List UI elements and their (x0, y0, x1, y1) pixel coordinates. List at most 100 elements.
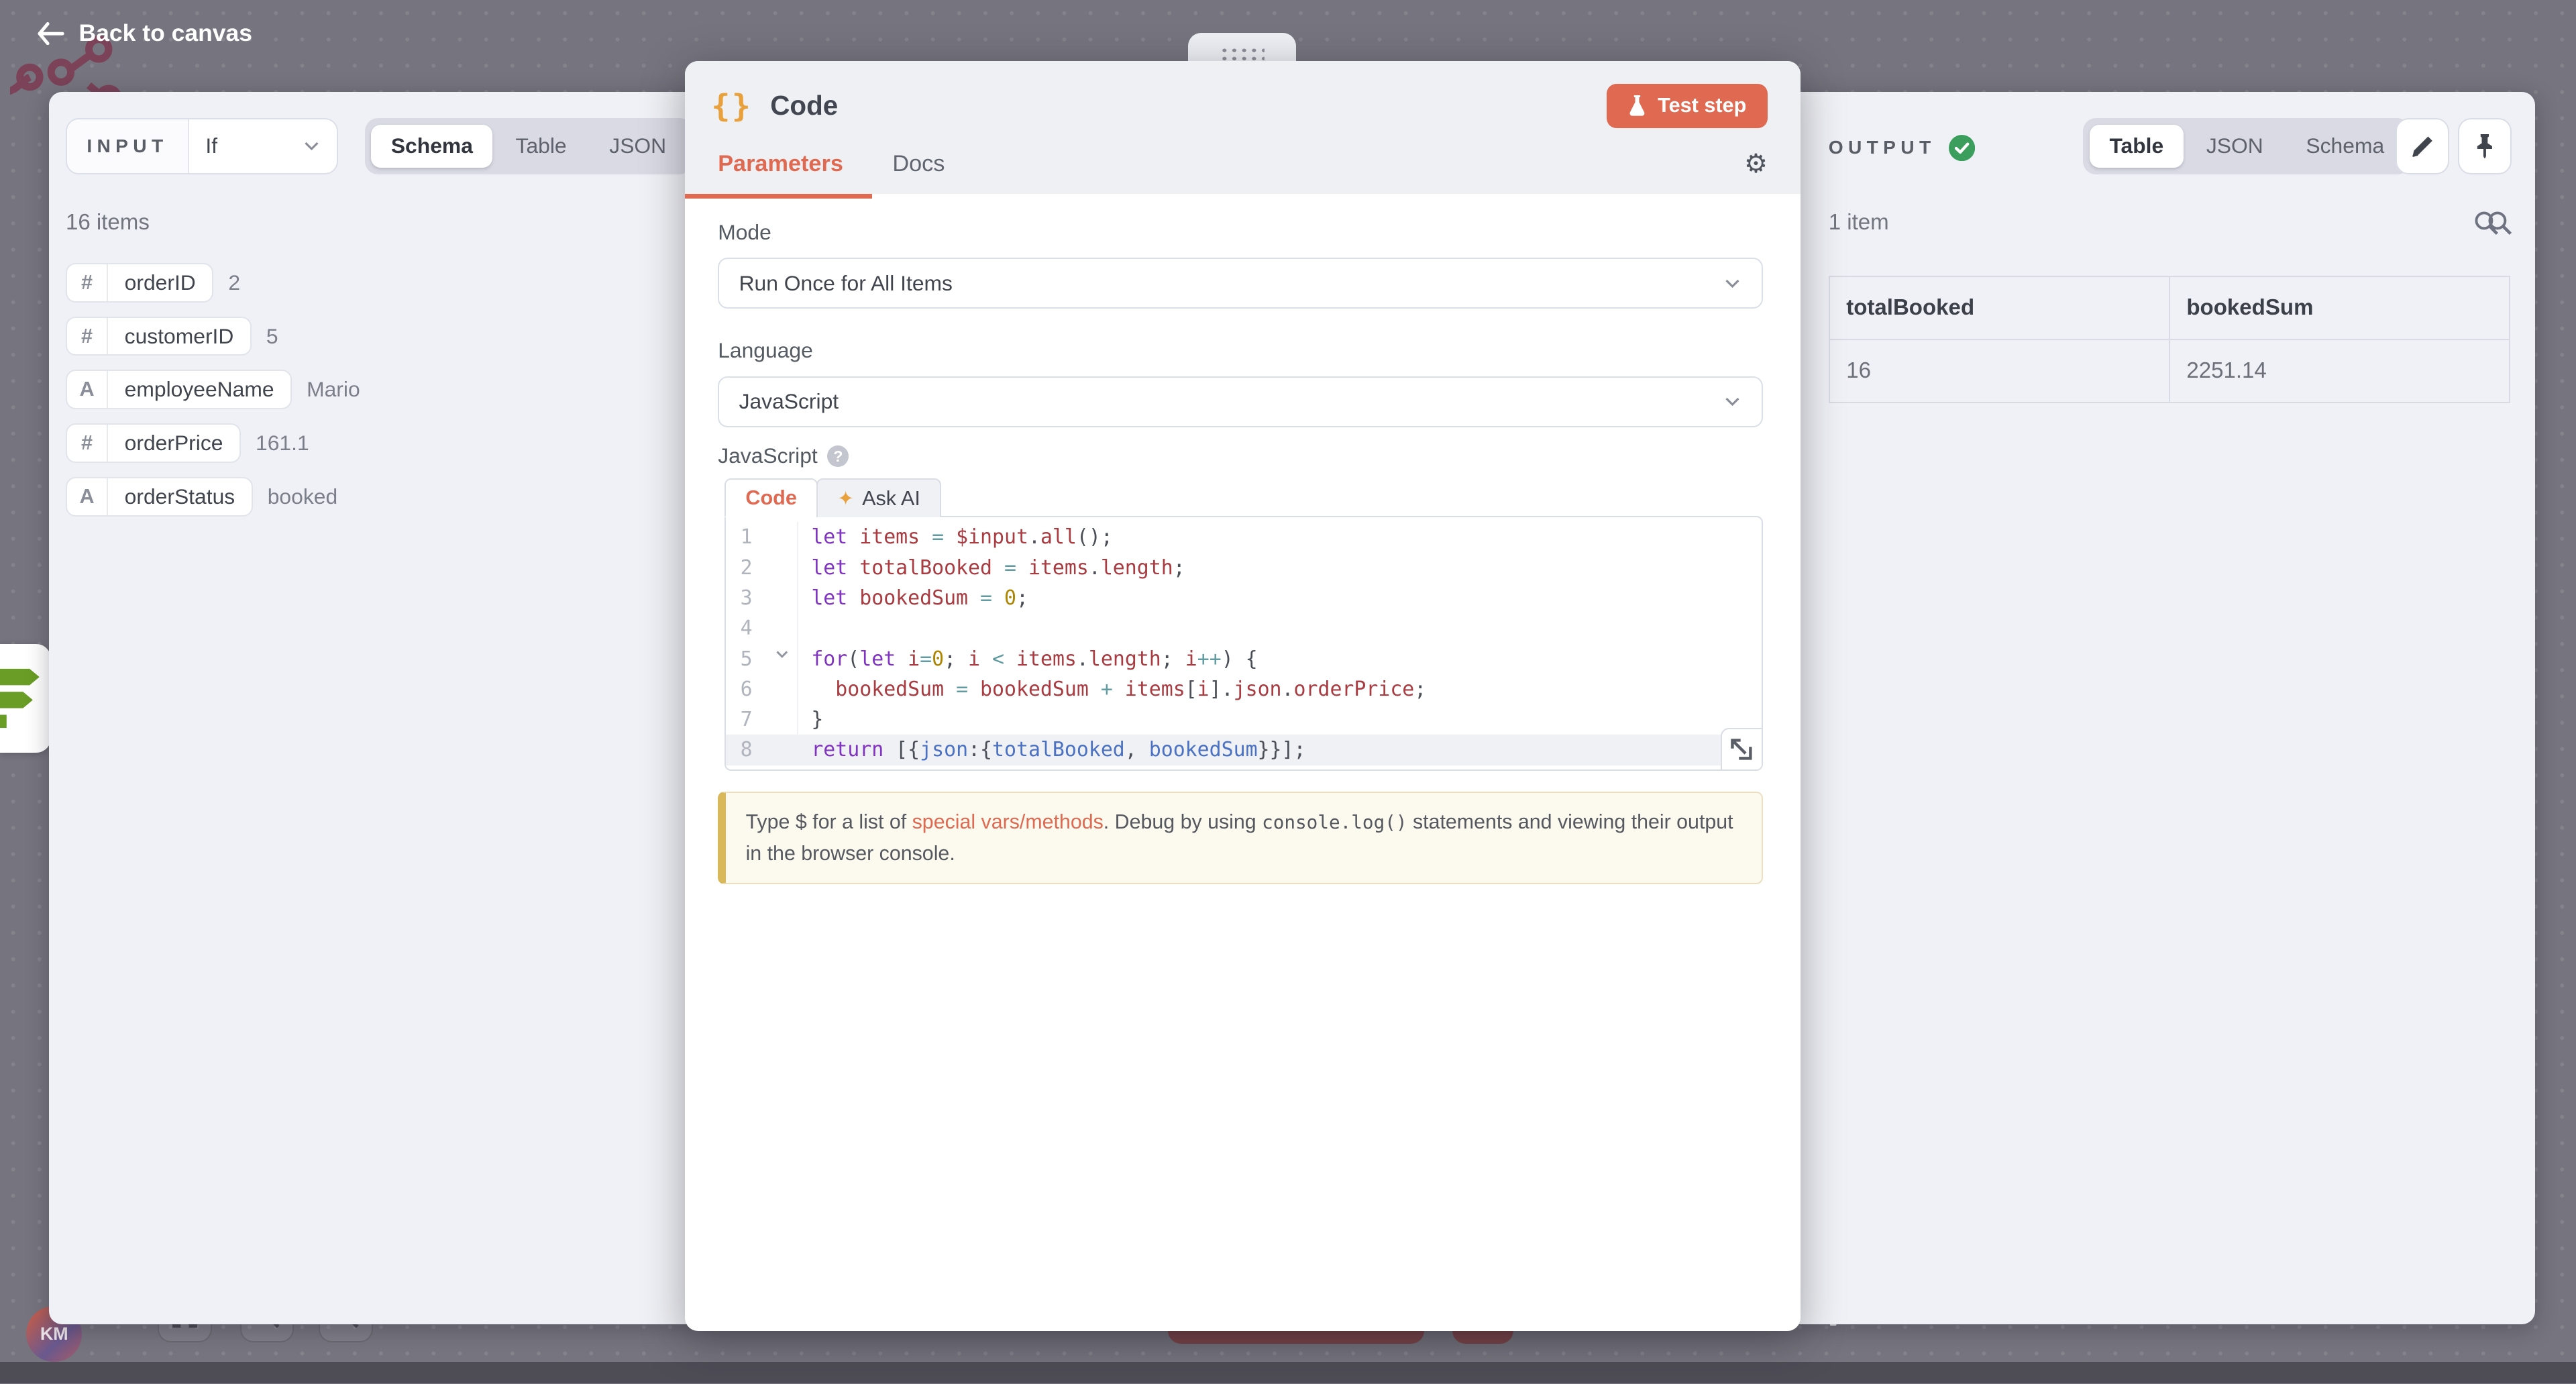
language-label: Language (718, 338, 813, 363)
editor-label: JavaScript? (718, 443, 849, 468)
expand-editor-button[interactable] (1721, 728, 1762, 769)
output-panel: OUTPUT TableJSONSchema 1 item totalBooke… (1801, 92, 2535, 1324)
gear-icon[interactable]: ⚙ (1744, 151, 1768, 177)
schema-field-pill[interactable]: #orderID (66, 263, 213, 303)
input-view-tab-schema[interactable]: Schema (371, 125, 492, 168)
special-vars-link[interactable]: special vars/methods (912, 811, 1104, 833)
help-icon[interactable]: ? (827, 445, 849, 467)
code-line-5[interactable]: 5for(let i=0; i < items.length; i++) { (726, 644, 1762, 674)
code-editor[interactable]: 1let items = $input.all();2let totalBook… (724, 516, 1763, 771)
number-type-icon: # (67, 264, 108, 301)
line-number: 5 (726, 644, 798, 674)
schema-field-name: orderPrice (108, 425, 239, 462)
active-tab-underline (685, 194, 872, 199)
schema-field-name: orderID (108, 264, 212, 301)
edit-output-button[interactable] (2396, 118, 2450, 174)
number-type-icon: # (67, 425, 108, 462)
schema-field-value: 2 (228, 270, 240, 295)
if-node-icon (0, 666, 43, 731)
schema-field-pill[interactable]: AemployeeName (66, 370, 292, 409)
pencil-icon (2411, 135, 2434, 158)
chevron-down-icon (1723, 274, 1741, 292)
code-line-content: let totalBooked = items.length; (798, 553, 1185, 583)
schema-field-name: employeeName (108, 371, 290, 408)
editor-tabs: Code ✦ Ask AI (724, 478, 941, 518)
schema-field-value: 161.1 (256, 431, 309, 456)
back-arrow-icon (36, 22, 64, 45)
code-line-7[interactable]: 7} (726, 704, 1762, 735)
tab-code[interactable]: Code (724, 478, 818, 518)
back-to-canvas-button[interactable]: Back to canvas (36, 19, 252, 47)
code-line-content: let bookedSum = 0; (798, 583, 1028, 613)
line-number: 2 (726, 553, 798, 583)
test-step-button[interactable]: Test step (1607, 84, 1768, 128)
fold-chevron-icon[interactable] (775, 650, 789, 660)
schema-field-value: Mario (307, 377, 360, 402)
output-view-tab-table[interactable]: Table (2090, 125, 2184, 168)
schema-field-pill[interactable]: #customerID (66, 317, 252, 356)
input-source-control: INPUT If (66, 118, 338, 174)
input-items-count: 16 items (66, 210, 150, 235)
output-view-tab-json[interactable]: JSON (2187, 125, 2284, 168)
line-number: 7 (726, 704, 798, 735)
chevron-down-icon (303, 137, 321, 155)
flask-icon (1628, 95, 1646, 117)
n8n-node-detail-view: Back to canvas KM I wish t (0, 0, 2576, 1383)
code-line-6[interactable]: 6 bookedSum = bookedSum + items[i].json.… (726, 674, 1762, 704)
output-table-cell: 2251.14 (2169, 339, 2510, 403)
node-title[interactable]: Code (770, 90, 838, 121)
tab-parameters[interactable]: Parameters (718, 151, 843, 177)
output-view-toggle: TableJSONSchema (2083, 118, 2410, 174)
line-number: 4 (726, 613, 798, 643)
success-check-icon (1949, 135, 1975, 161)
input-view-toggle: SchemaTableJSON (365, 118, 693, 174)
code-line-content: let items = $input.all(); (798, 522, 1113, 552)
code-line-content: } (798, 704, 824, 735)
code-line-2[interactable]: 2let totalBooked = items.length; (726, 553, 1762, 583)
number-type-icon: # (67, 318, 108, 355)
code-node-dialog: {} Code Test step Parameters Docs ⚙ Mode (685, 61, 1801, 1331)
output-table: totalBookedbookedSum162251.14 (1829, 276, 2510, 403)
schema-field-name: customerID (108, 318, 250, 355)
code-line-content (798, 613, 812, 643)
output-view-tab-schema[interactable]: Schema (2286, 125, 2404, 168)
input-view-tab-table[interactable]: Table (496, 125, 586, 168)
mode-label: Mode (718, 220, 771, 245)
schema-field-pill[interactable]: AorderStatus (66, 477, 253, 517)
input-source-value: If (205, 134, 217, 158)
tab-docs[interactable]: Docs (892, 151, 945, 177)
if-node-card[interactable] (0, 644, 51, 753)
code-line-3[interactable]: 3let bookedSum = 0; (726, 583, 1762, 613)
language-select[interactable]: JavaScript (718, 376, 1763, 427)
code-node-icon: {} (711, 88, 752, 124)
code-line-content: for(let i=0; i < items.length; i++) { (798, 644, 1258, 674)
dialog-tabs: Parameters Docs ⚙ (685, 135, 1801, 194)
test-step-label: Test step (1658, 94, 1746, 117)
output-table-cell: 16 (1829, 339, 2169, 403)
dialog-header: {} Code Test step Parameters Docs ⚙ (685, 61, 1801, 194)
schema-field-pill[interactable]: #orderPrice (66, 423, 241, 463)
code-line-4[interactable]: 4 (726, 613, 1762, 643)
editor-hint-box: Type $ for a list of special vars/method… (718, 792, 1763, 884)
code-line-1[interactable]: 1let items = $input.all(); (726, 522, 1762, 552)
code-line-8[interactable]: 8return [{json:{totalBooked, bookedSum}}… (726, 735, 1762, 765)
code-line-content: return [{json:{totalBooked, bookedSum}}]… (798, 735, 1306, 765)
pin-icon (2474, 134, 2496, 159)
output-items-count: 1 item (1829, 210, 1889, 235)
input-view-tab-json[interactable]: JSON (590, 125, 686, 168)
chevron-down-icon (1723, 392, 1741, 411)
line-number: 8 (726, 735, 798, 765)
output-panel-label: OUTPUT (1829, 137, 1936, 158)
output-table-row[interactable]: 162251.14 (1829, 339, 2510, 403)
code-line-content: bookedSum = bookedSum + items[i].json.or… (798, 674, 1427, 704)
input-source-select[interactable]: If (189, 119, 337, 172)
back-to-canvas-label: Back to canvas (79, 19, 253, 47)
tab-ask-ai[interactable]: ✦ Ask AI (816, 478, 941, 518)
schema-field-value: booked (268, 484, 337, 509)
pin-data-button[interactable] (2458, 118, 2512, 174)
mode-value: Run Once for All Items (739, 271, 953, 296)
mode-select[interactable]: Run Once for All Items (718, 258, 1763, 309)
line-number: 6 (726, 674, 798, 704)
input-panel-label: INPUT (67, 119, 189, 172)
search-icon[interactable] (2474, 211, 2499, 235)
